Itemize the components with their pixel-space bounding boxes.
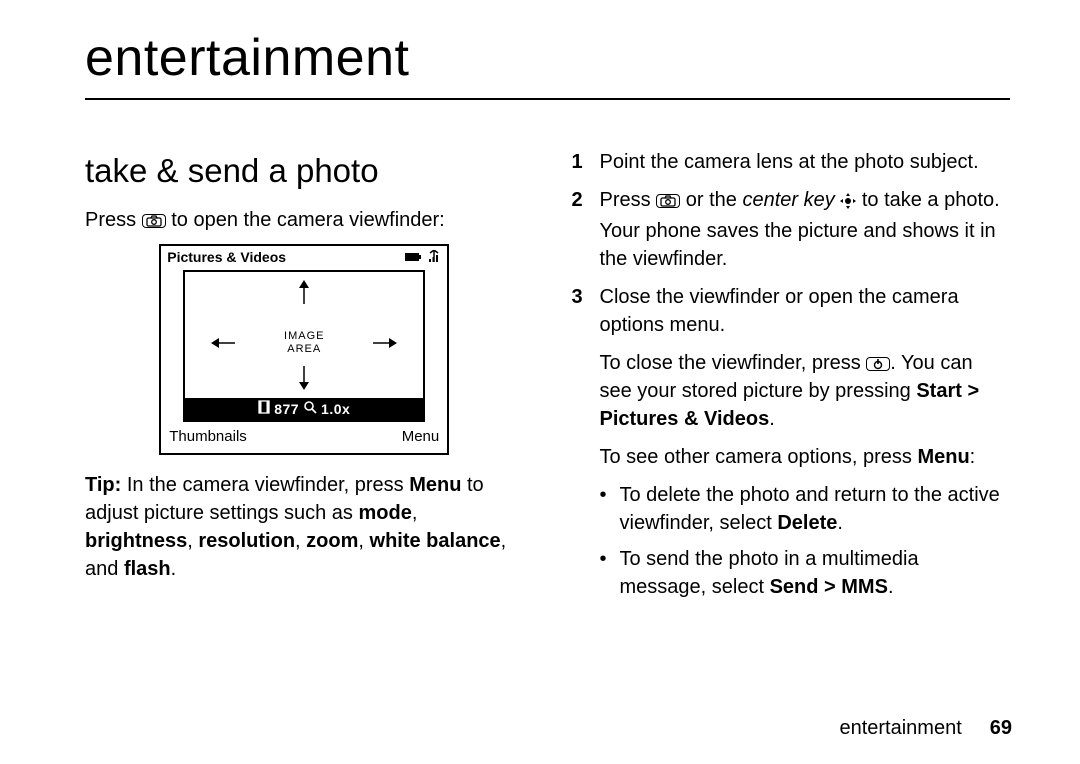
end-key-icon	[866, 357, 890, 371]
arrow-right-icon	[373, 337, 397, 349]
film-icon	[258, 400, 270, 420]
viewfinder-title: Pictures & Videos	[167, 248, 286, 268]
intro-line: Press to open the camera viewfinder:	[85, 206, 524, 234]
s2-t2: or the	[680, 189, 742, 211]
close-t1: To close the viewfinder, press	[600, 352, 867, 374]
bullet-2: • To send the photo in a multimedia mess…	[600, 545, 1011, 601]
step-3-number: 3	[572, 283, 586, 339]
intro-after: to open the camera viewfinder:	[166, 209, 445, 231]
viewfinder-titlebar: Pictures & Videos	[161, 246, 447, 268]
step-2-text: Press or the center key to take a photo.…	[600, 186, 1011, 273]
tip-white-balance: white balance	[370, 530, 501, 552]
tip-resolution: resolution	[198, 530, 295, 552]
tip-c3: ,	[295, 530, 306, 552]
tip-period: .	[171, 558, 177, 580]
close-viewfinder-para: To close the viewfinder, press . You can…	[572, 349, 1011, 433]
page-number: 69	[990, 717, 1012, 740]
photo-count: 877	[274, 400, 299, 420]
softkey-right: Menu	[402, 426, 440, 447]
step-1-number: 1	[572, 148, 586, 176]
tip-c2: ,	[187, 530, 198, 552]
step-1: 1 Point the camera lens at the photo sub…	[572, 148, 1011, 176]
bullet-dot-icon: •	[600, 481, 610, 537]
chapter-title: entertainment	[85, 28, 1010, 92]
step-3: 3 Close the viewfinder or open the camer…	[572, 283, 1011, 339]
arrow-up-icon	[298, 280, 310, 304]
tip-mode: mode	[358, 502, 411, 524]
horizontal-rule	[85, 98, 1010, 100]
manual-page: entertainment take & send a photo Press …	[0, 0, 1080, 764]
intro-before: Press	[85, 209, 142, 231]
viewfinder-illustration: Pictures & Videos IMAGE AREA	[85, 244, 524, 455]
bullet-dot-icon: •	[600, 545, 610, 601]
right-column: 1 Point the camera lens at the photo sub…	[572, 148, 1011, 609]
tip-t1: In the camera viewfinder, press	[121, 474, 409, 496]
tip-paragraph: Tip: In the camera viewfinder, press Men…	[85, 471, 524, 583]
step-3-text: Close the viewfinder or open the camera …	[600, 283, 1011, 339]
b1-delete: Delete	[777, 512, 837, 534]
close-t3: .	[769, 408, 775, 430]
tip-menu: Menu	[409, 474, 461, 496]
center-key-icon	[840, 189, 856, 217]
softkey-left: Thumbnails	[169, 426, 247, 447]
arrow-down-icon	[298, 366, 310, 390]
battery-icon	[405, 248, 423, 268]
tip-brightness: brightness	[85, 530, 187, 552]
camera-key-icon	[656, 194, 680, 208]
tip-c1: ,	[412, 502, 418, 524]
image-area-label: IMAGE AREA	[284, 330, 324, 356]
s2-t1: Press	[600, 189, 657, 211]
viewfinder-softkeys: Thumbnails Menu	[161, 422, 447, 453]
page-footer: entertainment 69	[839, 717, 1012, 740]
tip-flash: flash	[124, 558, 171, 580]
bullet-1: • To delete the photo and return to the …	[600, 481, 1011, 537]
two-column-layout: take & send a photo Press to open the ca…	[85, 148, 1010, 609]
magnifier-icon	[303, 400, 317, 420]
zoom-level: 1.0x	[321, 400, 350, 420]
image-area-line1: IMAGE	[284, 330, 324, 343]
image-area-line2: AREA	[284, 343, 324, 356]
tip-c4: ,	[358, 530, 369, 552]
step-1-text: Point the camera lens at the photo subje…	[600, 148, 979, 176]
step-2-number: 2	[572, 186, 586, 273]
footer-label: entertainment	[839, 717, 961, 740]
viewfinder-status-bar: 877 1.0x	[183, 398, 425, 422]
arrow-left-icon	[211, 337, 235, 349]
tip-zoom: zoom	[306, 530, 358, 552]
other-options-para: To see other camera options, press Menu:	[572, 443, 1011, 471]
b2-send: Send > MMS	[770, 576, 888, 598]
bullet-1-text: To delete the photo and return to the ac…	[620, 481, 1011, 537]
other-menu: Menu	[917, 446, 969, 468]
section-heading: take & send a photo	[85, 148, 524, 194]
b1-t2: .	[837, 512, 843, 534]
tip-lead: Tip:	[85, 474, 121, 496]
other-t2: :	[970, 446, 976, 468]
bullet-2-text: To send the photo in a multimedia messag…	[620, 545, 1011, 601]
camera-key-icon	[142, 214, 166, 228]
viewfinder-image-area: IMAGE AREA 877 1.0x	[183, 270, 425, 422]
signal-icon	[427, 248, 441, 268]
b2-t2: .	[888, 576, 894, 598]
left-column: take & send a photo Press to open the ca…	[85, 148, 524, 609]
center-key-label: center key	[742, 189, 834, 211]
viewfinder-frame: Pictures & Videos IMAGE AREA	[159, 244, 449, 455]
bullet-list: • To delete the photo and return to the …	[572, 481, 1011, 601]
other-t1: To see other camera options, press	[600, 446, 918, 468]
step-2: 2 Press or the center key to take a phot…	[572, 186, 1011, 273]
